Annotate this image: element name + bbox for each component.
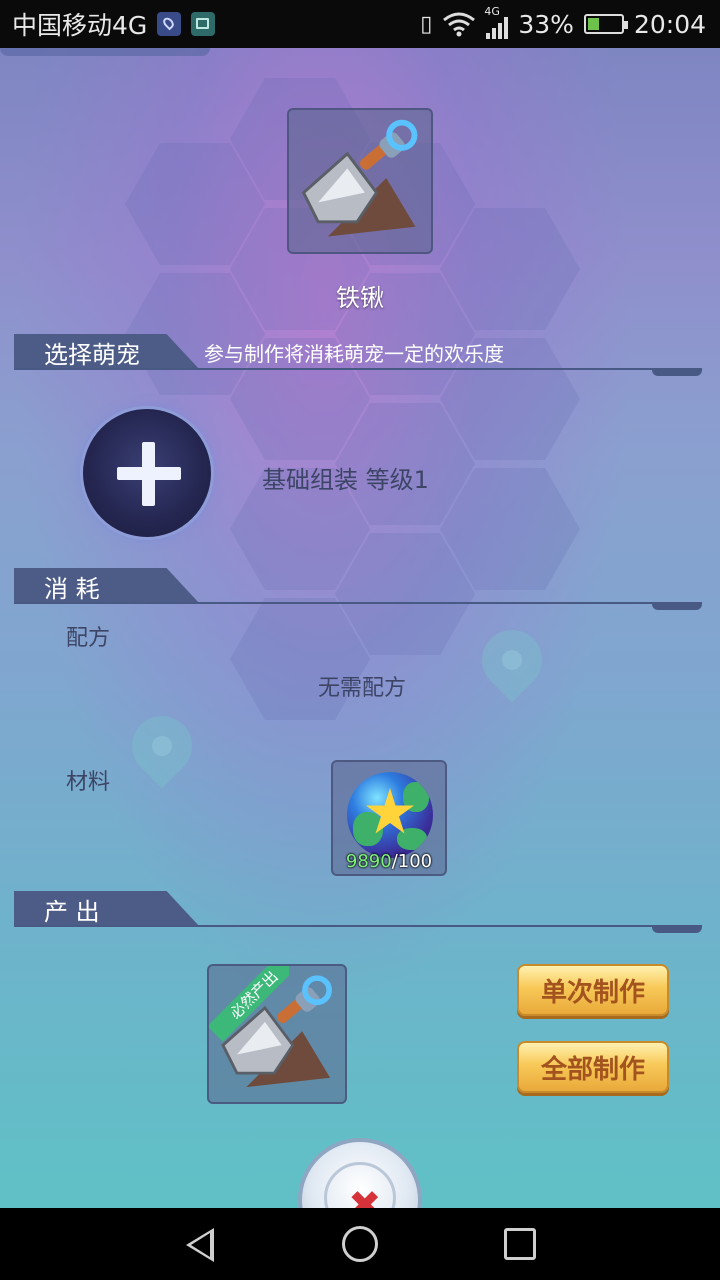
- clock: 20:04: [633, 9, 706, 39]
- section-tab-consume: 消 耗: [14, 568, 200, 604]
- craft-once-button[interactable]: 单次制作: [517, 964, 669, 1016]
- network-type: 4G: [484, 5, 500, 18]
- star-orb-icon: [347, 772, 433, 858]
- craft-level-label: 基础组装 等级1: [262, 466, 429, 494]
- craft-once-label: 单次制作: [540, 977, 645, 1008]
- image-notification-icon: [191, 12, 216, 36]
- output-item-slot[interactable]: 必然产出: [207, 964, 347, 1104]
- material-label: 材料: [66, 770, 111, 795]
- battery-icon: [583, 14, 628, 34]
- iron-shovel-icon: [301, 119, 418, 237]
- location-notification-icon: [157, 12, 182, 36]
- crafting-screen: 铁锹 选择萌宠 参与制作将消耗萌宠一定的欢乐度 基础组装 等级1 消 耗 配方 …: [0, 48, 720, 1208]
- wifi-icon: [443, 12, 476, 37]
- item-name: 铁锹: [336, 284, 384, 312]
- signal-icon: 4G: [484, 5, 509, 39]
- carrier-label: 中国移动4G: [12, 11, 148, 40]
- item-icon-frame: [287, 108, 433, 254]
- section-title: 消 耗: [44, 574, 100, 603]
- section-tab-output: 产 出: [14, 891, 200, 927]
- section-title: 产 出: [44, 897, 100, 926]
- pet-hint: 参与制作将消耗萌宠一定的欢乐度: [204, 342, 504, 366]
- close-button[interactable]: ✖: [298, 1138, 422, 1208]
- home-icon[interactable]: [342, 1226, 378, 1262]
- battery-percent: 33%: [518, 9, 574, 39]
- system-nav-bar: [0, 1208, 720, 1280]
- craft-all-label: 全部制作: [540, 1054, 645, 1085]
- material-need: /100: [391, 851, 433, 872]
- back-icon[interactable]: [186, 1228, 214, 1262]
- material-have: 9890: [345, 851, 392, 872]
- recent-apps-icon[interactable]: [504, 1228, 536, 1260]
- add-pet-button[interactable]: [80, 406, 214, 540]
- material-slot[interactable]: 9890/100: [331, 760, 447, 876]
- vibrate-icon: ▯: [420, 11, 433, 37]
- section-title: 选择萌宠: [44, 340, 140, 369]
- material-count: 9890/100: [333, 851, 445, 872]
- close-icon: ✖: [348, 1183, 382, 1208]
- status-bar: 中国移动4G ▯ 4G 33% 20:04: [0, 0, 720, 48]
- recipe-label: 配方: [66, 626, 111, 651]
- recipe-value: 无需配方: [318, 676, 407, 701]
- guaranteed-output-ribbon: 必然产出: [209, 966, 289, 1042]
- craft-all-button[interactable]: 全部制作: [517, 1041, 669, 1093]
